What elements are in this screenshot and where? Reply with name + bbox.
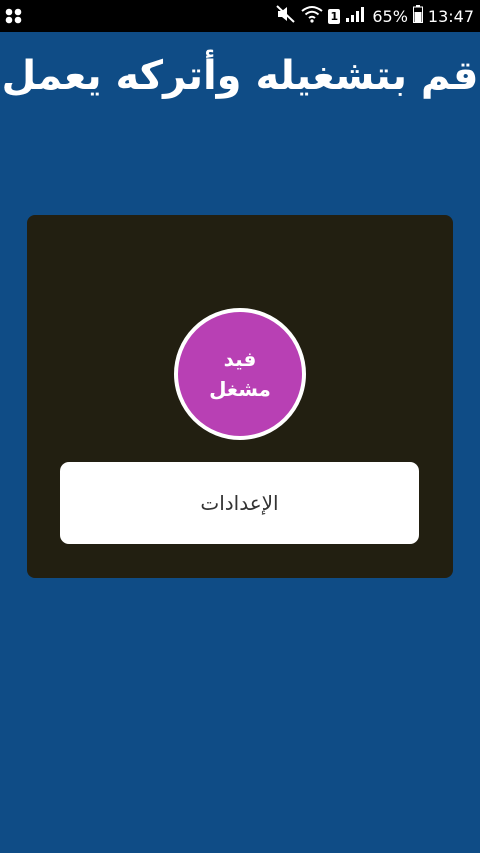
page-title: قم بتشغيله وأتركه يعمل <box>1 53 479 99</box>
player-toggle-button[interactable]: فيد مشغل <box>174 308 306 440</box>
main-panel: فيد مشغل الإعدادات <box>27 215 453 578</box>
notification-dots-icon <box>5 8 23 28</box>
battery-icon <box>412 5 423 27</box>
sim-icon: 1 <box>328 8 341 24</box>
signal-icon <box>345 5 367 27</box>
settings-button-label: الإعدادات <box>200 491 279 515</box>
status-bar: 1 65% 13:47 <box>0 0 480 32</box>
status-icons: 1 65% 13:47 <box>276 0 474 32</box>
clock: 13:47 <box>427 6 474 26</box>
mute-icon <box>276 5 296 27</box>
toggle-label-line1: فيد <box>223 347 257 371</box>
toggle-label-line2: مشغل <box>209 377 271 401</box>
settings-button[interactable]: الإعدادات <box>60 462 419 544</box>
wifi-icon <box>301 5 323 27</box>
battery-percent: 65% <box>372 6 408 26</box>
